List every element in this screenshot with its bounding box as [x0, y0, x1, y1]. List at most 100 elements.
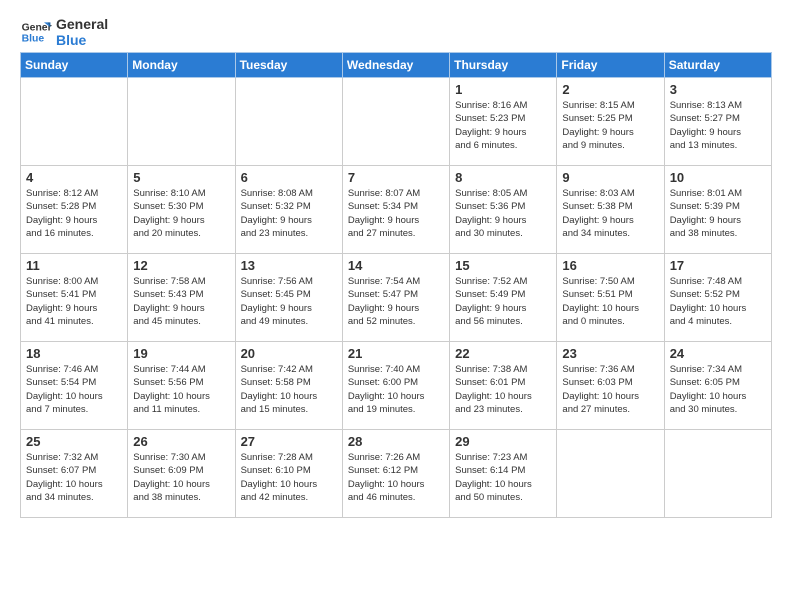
day-number: 22: [455, 346, 551, 361]
col-header-wednesday: Wednesday: [342, 53, 449, 78]
calendar-cell: [664, 430, 771, 518]
day-number: 11: [26, 258, 122, 273]
calendar-table: SundayMondayTuesdayWednesdayThursdayFrid…: [20, 52, 772, 518]
day-number: 6: [241, 170, 337, 185]
col-header-monday: Monday: [128, 53, 235, 78]
calendar-cell: 7 Sunrise: 8:07 AM Sunset: 5:34 PM Daylig…: [342, 166, 449, 254]
day-number: 27: [241, 434, 337, 449]
calendar-cell: 3Sunrise: 8:13 AM Sunset: 5:27 PM Daylig…: [664, 78, 771, 166]
calendar-cell: 18 Sunrise: 7:46 AM Sunset: 5:54 PM Dayli…: [21, 342, 128, 430]
calendar-cell: 13 Sunrise: 7:56 AM Sunset: 5:45 PM Dayli…: [235, 254, 342, 342]
day-detail: Sunrise: 8:12 AM Sunset: 5:28 PM Dayligh…: [26, 187, 122, 240]
day-detail: Sunrise: 7:56 AM Sunset: 5:45 PM Dayligh…: [241, 275, 337, 328]
day-detail: Sunrise: 8:01 AM Sunset: 5:39 PM Dayligh…: [670, 187, 766, 240]
day-detail: Sunrise: 7:50 AM Sunset: 5:51 PM Dayligh…: [562, 275, 658, 328]
calendar-cell: 27 Sunrise: 7:28 AM Sunset: 6:10 PM Dayli…: [235, 430, 342, 518]
calendar-cell: 15Sunrise: 7:52 AM Sunset: 5:49 PM Dayli…: [450, 254, 557, 342]
calendar-cell: 12 Sunrise: 7:58 AM Sunset: 5:43 PM Dayli…: [128, 254, 235, 342]
day-number: 5: [133, 170, 229, 185]
day-number: 4: [26, 170, 122, 185]
day-detail: Sunrise: 8:08 AM Sunset: 5:32 PM Dayligh…: [241, 187, 337, 240]
day-number: 21: [348, 346, 444, 361]
week-row-5: 25 Sunrise: 7:32 AM Sunset: 6:07 PM Dayli…: [21, 430, 772, 518]
day-detail: Sunrise: 7:42 AM Sunset: 5:58 PM Dayligh…: [241, 363, 337, 416]
day-number: 9: [562, 170, 658, 185]
calendar-cell: 29 Sunrise: 7:23 AM Sunset: 6:14 PM Dayli…: [450, 430, 557, 518]
day-number: 7: [348, 170, 444, 185]
day-detail: Sunrise: 8:05 AM Sunset: 5:36 PM Dayligh…: [455, 187, 551, 240]
calendar-cell: 11 Sunrise: 8:00 AM Sunset: 5:41 PM Dayli…: [21, 254, 128, 342]
week-row-4: 18 Sunrise: 7:46 AM Sunset: 5:54 PM Dayli…: [21, 342, 772, 430]
calendar-cell: 21 Sunrise: 7:40 AM Sunset: 6:00 PM Dayli…: [342, 342, 449, 430]
calendar-cell: 1 Sunrise: 8:16 AM Sunset: 5:23 PM Daylig…: [450, 78, 557, 166]
day-number: 29: [455, 434, 551, 449]
calendar-cell: [557, 430, 664, 518]
day-detail: Sunrise: 7:58 AM Sunset: 5:43 PM Dayligh…: [133, 275, 229, 328]
calendar-header-row: SundayMondayTuesdayWednesdayThursdayFrid…: [21, 53, 772, 78]
day-detail: Sunrise: 7:46 AM Sunset: 5:54 PM Dayligh…: [26, 363, 122, 416]
calendar-cell: 4 Sunrise: 8:12 AM Sunset: 5:28 PM Daylig…: [21, 166, 128, 254]
day-number: 1: [455, 82, 551, 97]
logo-icon: General Blue: [20, 16, 52, 48]
day-detail: Sunrise: 7:32 AM Sunset: 6:07 PM Dayligh…: [26, 451, 122, 504]
logo-general: General: [56, 16, 108, 32]
day-detail: Sunrise: 7:23 AM Sunset: 6:14 PM Dayligh…: [455, 451, 551, 504]
day-number: 10: [670, 170, 766, 185]
day-detail: Sunrise: 7:44 AM Sunset: 5:56 PM Dayligh…: [133, 363, 229, 416]
calendar-cell: 22 Sunrise: 7:38 AM Sunset: 6:01 PM Dayli…: [450, 342, 557, 430]
calendar-cell: 28 Sunrise: 7:26 AM Sunset: 6:12 PM Dayli…: [342, 430, 449, 518]
day-detail: Sunrise: 8:16 AM Sunset: 5:23 PM Dayligh…: [455, 99, 551, 152]
svg-text:Blue: Blue: [22, 34, 45, 45]
day-number: 8: [455, 170, 551, 185]
calendar-cell: [235, 78, 342, 166]
day-number: 2: [562, 82, 658, 97]
col-header-thursday: Thursday: [450, 53, 557, 78]
day-number: 25: [26, 434, 122, 449]
day-number: 28: [348, 434, 444, 449]
calendar-cell: 20Sunrise: 7:42 AM Sunset: 5:58 PM Dayli…: [235, 342, 342, 430]
day-detail: Sunrise: 7:38 AM Sunset: 6:01 PM Dayligh…: [455, 363, 551, 416]
calendar-cell: 10 Sunrise: 8:01 AM Sunset: 5:39 PM Dayli…: [664, 166, 771, 254]
day-number: 18: [26, 346, 122, 361]
day-number: 23: [562, 346, 658, 361]
day-number: 13: [241, 258, 337, 273]
day-detail: Sunrise: 7:40 AM Sunset: 6:00 PM Dayligh…: [348, 363, 444, 416]
day-detail: Sunrise: 7:30 AM Sunset: 6:09 PM Dayligh…: [133, 451, 229, 504]
calendar-cell: 6 Sunrise: 8:08 AM Sunset: 5:32 PM Daylig…: [235, 166, 342, 254]
week-row-3: 11 Sunrise: 8:00 AM Sunset: 5:41 PM Dayli…: [21, 254, 772, 342]
day-number: 14: [348, 258, 444, 273]
col-header-tuesday: Tuesday: [235, 53, 342, 78]
day-number: 26: [133, 434, 229, 449]
week-row-2: 4 Sunrise: 8:12 AM Sunset: 5:28 PM Daylig…: [21, 166, 772, 254]
day-number: 19: [133, 346, 229, 361]
day-detail: Sunrise: 8:15 AM Sunset: 5:25 PM Dayligh…: [562, 99, 658, 152]
day-detail: Sunrise: 7:28 AM Sunset: 6:10 PM Dayligh…: [241, 451, 337, 504]
calendar-cell: [21, 78, 128, 166]
calendar-cell: 16 Sunrise: 7:50 AM Sunset: 5:51 PM Dayli…: [557, 254, 664, 342]
logo: General Blue General Blue: [20, 16, 108, 48]
calendar-cell: 14Sunrise: 7:54 AM Sunset: 5:47 PM Dayli…: [342, 254, 449, 342]
logo-blue: Blue: [56, 32, 108, 48]
calendar-cell: 5 Sunrise: 8:10 AM Sunset: 5:30 PM Daylig…: [128, 166, 235, 254]
day-detail: Sunrise: 8:00 AM Sunset: 5:41 PM Dayligh…: [26, 275, 122, 328]
calendar-cell: 17Sunrise: 7:48 AM Sunset: 5:52 PM Dayli…: [664, 254, 771, 342]
day-detail: Sunrise: 8:10 AM Sunset: 5:30 PM Dayligh…: [133, 187, 229, 240]
day-number: 17: [670, 258, 766, 273]
day-detail: Sunrise: 8:03 AM Sunset: 5:38 PM Dayligh…: [562, 187, 658, 240]
day-number: 12: [133, 258, 229, 273]
col-header-friday: Friday: [557, 53, 664, 78]
day-number: 16: [562, 258, 658, 273]
week-row-1: 1 Sunrise: 8:16 AM Sunset: 5:23 PM Daylig…: [21, 78, 772, 166]
calendar-cell: 23 Sunrise: 7:36 AM Sunset: 6:03 PM Dayli…: [557, 342, 664, 430]
day-detail: Sunrise: 8:07 AM Sunset: 5:34 PM Dayligh…: [348, 187, 444, 240]
day-detail: Sunrise: 7:36 AM Sunset: 6:03 PM Dayligh…: [562, 363, 658, 416]
calendar-cell: 25 Sunrise: 7:32 AM Sunset: 6:07 PM Dayli…: [21, 430, 128, 518]
calendar-cell: 8 Sunrise: 8:05 AM Sunset: 5:36 PM Daylig…: [450, 166, 557, 254]
col-header-sunday: Sunday: [21, 53, 128, 78]
calendar-cell: 19 Sunrise: 7:44 AM Sunset: 5:56 PM Dayli…: [128, 342, 235, 430]
day-detail: Sunrise: 7:26 AM Sunset: 6:12 PM Dayligh…: [348, 451, 444, 504]
day-detail: Sunrise: 8:13 AM Sunset: 5:27 PM Dayligh…: [670, 99, 766, 152]
day-detail: Sunrise: 7:52 AM Sunset: 5:49 PM Dayligh…: [455, 275, 551, 328]
col-header-saturday: Saturday: [664, 53, 771, 78]
day-detail: Sunrise: 7:34 AM Sunset: 6:05 PM Dayligh…: [670, 363, 766, 416]
